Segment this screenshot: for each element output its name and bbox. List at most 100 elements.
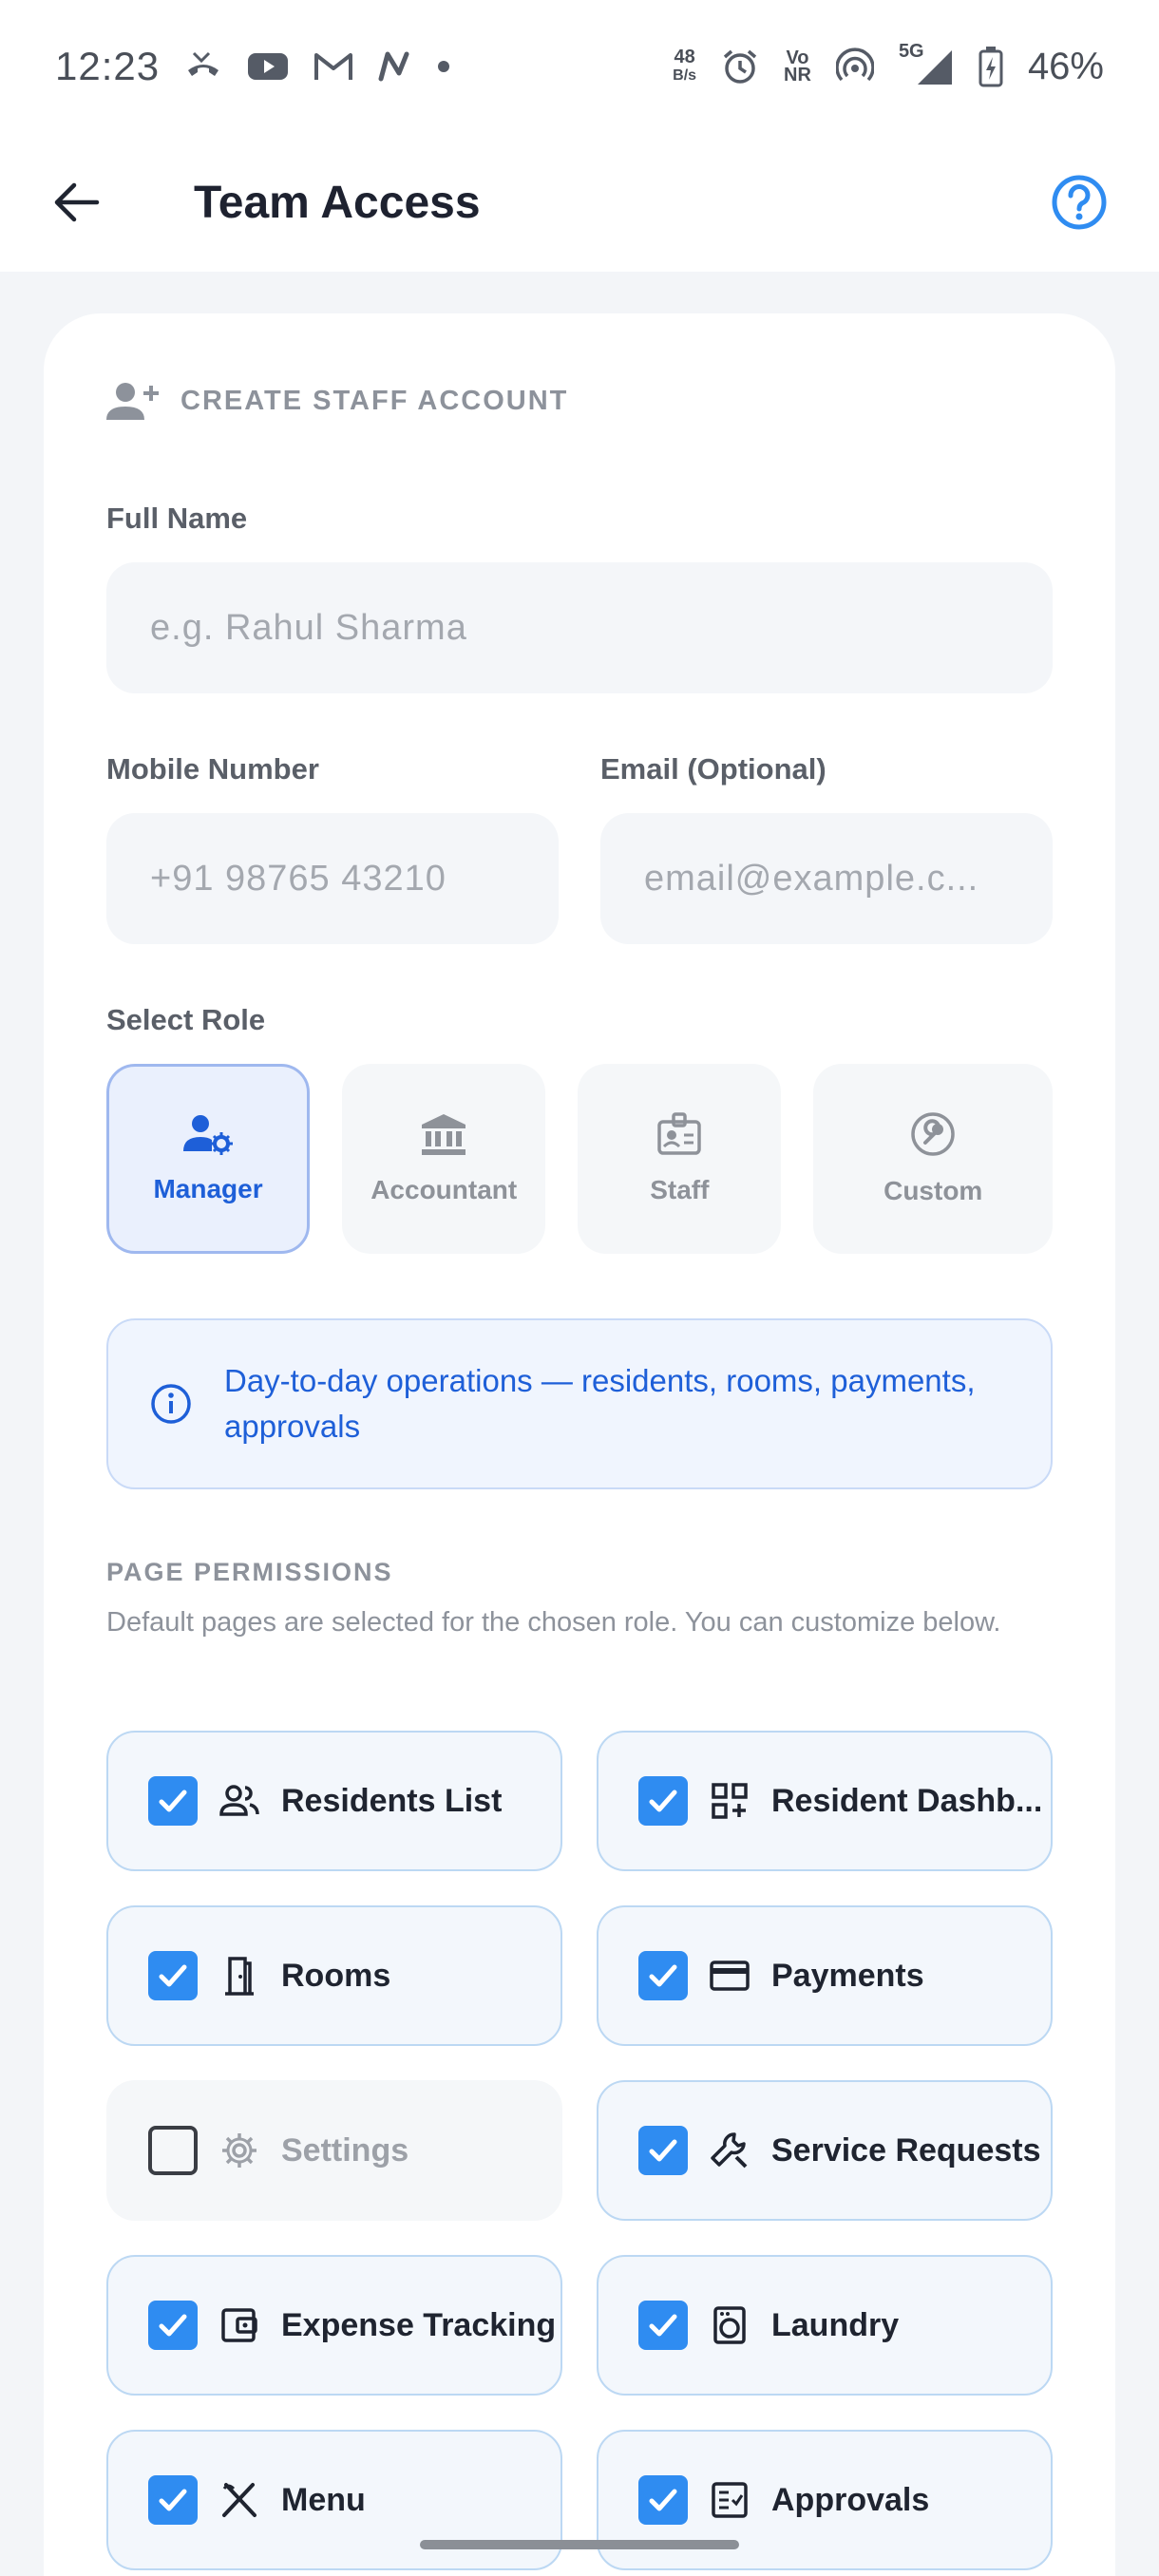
- permissions-grid: Residents List Resident Dashb... Rooms P…: [106, 1731, 1053, 2570]
- home-indicator[interactable]: [420, 2540, 739, 2549]
- section-header: CREATE STAFF ACCOUNT: [106, 380, 568, 422]
- missed-call-icon: [184, 49, 222, 84]
- role-accountant[interactable]: Accountant: [342, 1064, 546, 1254]
- checkbox-checked[interactable]: [638, 2301, 688, 2350]
- permission-laundry[interactable]: Laundry: [597, 2255, 1053, 2396]
- check-icon: [649, 1964, 677, 1987]
- permissions-description: Default pages are selected for the chose…: [106, 1607, 1001, 1638]
- check-icon: [649, 1790, 677, 1812]
- role-label: Accountant: [370, 1175, 518, 1204]
- youtube-icon: [247, 51, 289, 82]
- hotspot-icon: [835, 47, 874, 85]
- mobile-input[interactable]: [106, 813, 559, 944]
- checkbox-unchecked[interactable]: [148, 2126, 198, 2175]
- info-icon: [151, 1384, 191, 1424]
- wallet-icon: [218, 2304, 260, 2346]
- checkbox-checked[interactable]: [638, 1951, 688, 2000]
- checkbox-checked[interactable]: [148, 2301, 198, 2350]
- wrench-circle-icon: [911, 1112, 955, 1156]
- bank-icon: [422, 1114, 466, 1155]
- permission-payments[interactable]: Payments: [597, 1905, 1053, 2046]
- alarm-icon: [721, 47, 759, 85]
- door-icon: [218, 1955, 260, 1997]
- volte-bottom: NR: [784, 65, 811, 85]
- full-name-input[interactable]: [106, 562, 1053, 693]
- role-label: Staff: [650, 1175, 710, 1204]
- person-add-icon: [106, 383, 159, 420]
- check-icon: [159, 1790, 187, 1812]
- permission-label: Service Requests: [771, 2131, 1041, 2169]
- role-selector: Manager Accountant Staff Custom: [106, 1064, 1054, 1254]
- check-icon: [649, 2314, 677, 2337]
- net-speed: 48 B/s: [673, 47, 696, 85]
- screen: 12:23 48 B/s Vo NR 5G 46% Team Access CR…: [0, 0, 1159, 2576]
- permission-label: Payments: [771, 1957, 924, 1994]
- battery-percent: 46%: [1027, 45, 1104, 87]
- checkbox-checked[interactable]: [148, 2475, 198, 2525]
- permission-settings[interactable]: Settings: [106, 2080, 562, 2221]
- check-icon: [159, 2489, 187, 2511]
- card-icon: [709, 1955, 750, 1997]
- permission-residents-list[interactable]: Residents List: [106, 1731, 562, 1871]
- permission-rooms[interactable]: Rooms: [106, 1905, 562, 2046]
- role-label: Custom: [884, 1176, 983, 1205]
- notification-dot-icon: [437, 60, 450, 73]
- people-icon: [218, 1780, 260, 1822]
- check-icon: [649, 2139, 677, 2162]
- permission-label: Expense Tracking: [281, 2306, 557, 2343]
- gear-icon: [218, 2130, 260, 2171]
- permissions-title: PAGE PERMISSIONS: [106, 1558, 393, 1586]
- role-info-text: Day-to-day operations — residents, rooms…: [224, 1363, 976, 1444]
- permission-label: Resident Dashb...: [771, 1782, 1043, 1819]
- checklist-icon: [709, 2479, 750, 2521]
- checkbox-checked[interactable]: [638, 1776, 688, 1826]
- gmail-icon: [314, 51, 353, 82]
- permission-label: Settings: [281, 2131, 409, 2169]
- washing-machine-icon: [709, 2304, 750, 2346]
- permission-expense-tracking[interactable]: Expense Tracking: [106, 2255, 562, 2396]
- permission-label: Menu: [281, 2481, 366, 2518]
- permission-service-requests[interactable]: Service Requests: [597, 2080, 1053, 2221]
- net-speed-value: 48: [674, 47, 695, 67]
- back-button[interactable]: [49, 176, 103, 229]
- role-info-box: Day-to-day operations — residents, rooms…: [106, 1318, 1053, 1489]
- section-title: CREATE STAFF ACCOUNT: [180, 385, 569, 416]
- email-label: Email (Optional): [600, 752, 826, 786]
- fork-knife-icon: [218, 2479, 260, 2521]
- page-title: Team Access: [194, 177, 481, 228]
- check-icon: [159, 1964, 187, 1987]
- permission-label: Rooms: [281, 1957, 391, 1994]
- permission-label: Residents List: [281, 1782, 503, 1819]
- select-role-label: Select Role: [106, 1003, 266, 1036]
- app-n-icon: [378, 50, 412, 83]
- help-button[interactable]: [1049, 172, 1110, 233]
- status-time: 12:23: [55, 44, 161, 88]
- arrow-left-icon: [54, 182, 100, 222]
- signal-label: 5G: [898, 41, 924, 62]
- status-bar: 12:23 48 B/s Vo NR 5G 46%: [0, 0, 1159, 133]
- checkbox-checked[interactable]: [148, 1951, 198, 2000]
- role-manager[interactable]: Manager: [106, 1064, 311, 1254]
- status-left: 12:23: [55, 44, 450, 89]
- check-icon: [649, 2489, 677, 2511]
- manager-settings-icon: [183, 1115, 234, 1155]
- checkbox-checked[interactable]: [638, 2475, 688, 2525]
- dashboard-add-icon: [709, 1780, 750, 1822]
- status-right: 48 B/s Vo NR 5G 46%: [673, 41, 1104, 88]
- check-icon: [159, 2314, 187, 2337]
- help-circle-icon: [1052, 175, 1107, 230]
- mobile-label: Mobile Number: [106, 752, 319, 786]
- checkbox-checked[interactable]: [148, 1776, 198, 1826]
- permission-label: Laundry: [771, 2306, 900, 2343]
- badge-icon: [657, 1112, 702, 1155]
- checkbox-checked[interactable]: [638, 2126, 688, 2175]
- create-staff-card: CREATE STAFF ACCOUNT Full Name Mobile Nu…: [44, 313, 1115, 2576]
- battery-charging-icon: [978, 46, 1003, 87]
- signal-icon: 5G: [899, 41, 954, 86]
- permission-resident-dashboard[interactable]: Resident Dashb...: [597, 1731, 1053, 1871]
- role-label: Manager: [153, 1174, 263, 1203]
- role-staff[interactable]: Staff: [578, 1064, 782, 1254]
- full-name-label: Full Name: [106, 502, 248, 535]
- role-custom[interactable]: Custom: [813, 1064, 1054, 1254]
- email-input[interactable]: [600, 813, 1053, 944]
